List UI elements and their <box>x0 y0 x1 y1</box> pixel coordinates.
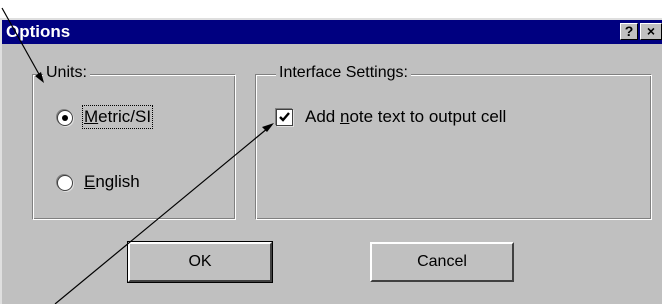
checkbox-pointer-line <box>54 127 269 304</box>
checkbox-pointer-arrowhead <box>262 123 274 132</box>
annotation-pointers <box>1 7 274 304</box>
units-pointer-line <box>1 7 41 77</box>
units-pointer-arrowhead <box>35 72 44 83</box>
